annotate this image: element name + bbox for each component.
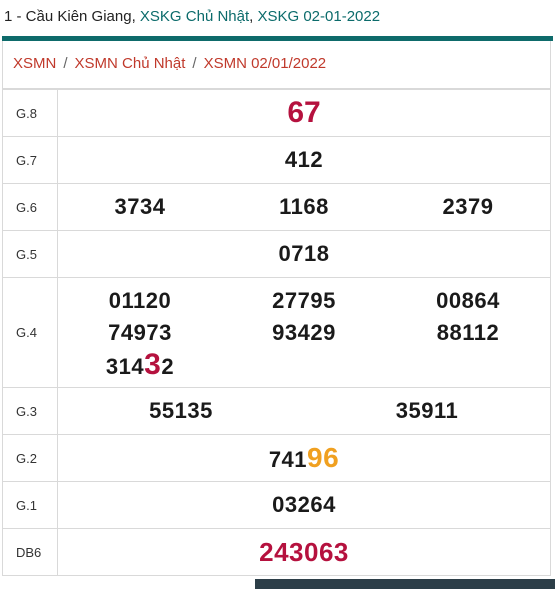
prize-number: 1168 <box>279 194 329 219</box>
results-table: G.8 67 G.7 412 G.6 3734 1168 2379 G.5 07… <box>2 89 551 576</box>
prize-values: 03264 <box>57 481 551 529</box>
prize-number: 35911 <box>395 398 459 423</box>
table-row-g5: G.5 0718 <box>2 230 551 278</box>
breadcrumb-item-day[interactable]: XSMN Chủ Nhật <box>75 55 186 72</box>
prize-number-highlighted: 74196 <box>268 442 339 473</box>
prize-number: 00864 <box>436 287 500 313</box>
prize-number: 74973 <box>108 319 172 345</box>
breadcrumb-separator: / <box>63 55 68 72</box>
prize-values: 55135 35911 <box>57 387 551 435</box>
prize-label: G.7 <box>2 136 58 184</box>
number-suffix: 2 <box>161 353 175 379</box>
prize-number: 2379 <box>442 194 494 219</box>
table-row-g3: G.3 55135 35911 <box>2 387 551 435</box>
table-row-g8: G.8 67 <box>2 89 551 137</box>
prize-values: 01120 27795 00864 74973 93429 88112 3143… <box>57 277 551 388</box>
prize-values: 243063 <box>57 528 551 576</box>
table-row-db: DB6 243063 <box>2 528 551 576</box>
prize-number: 55135 <box>149 398 213 423</box>
breadcrumb-item-xsmn[interactable]: XSMN <box>13 55 56 72</box>
prize-label: G.2 <box>2 434 58 482</box>
prize-values: 3734 1168 2379 <box>57 183 551 231</box>
prize-values: 0718 <box>57 230 551 278</box>
prize-number: 93429 <box>272 319 336 345</box>
prize-label: G.5 <box>2 230 58 278</box>
prize-number: 88112 <box>436 319 500 345</box>
title-link-date[interactable]: XSKG 02-01-2022 <box>257 8 380 25</box>
number-prefix: 741 <box>268 447 308 472</box>
breadcrumb: XSMN / XSMN Chủ Nhật / XSMN 02/01/2022 <box>2 41 551 89</box>
highlighted-digits: 96 <box>307 442 340 473</box>
prize-number: 412 <box>284 147 324 172</box>
table-row-g4: G.4 01120 27795 00864 74973 93429 88112 … <box>2 277 551 388</box>
table-row-g7: G.7 412 <box>2 136 551 184</box>
breadcrumb-separator: / <box>192 55 197 72</box>
special-prize-number: 243063 <box>259 536 349 567</box>
prize-number: 0718 <box>278 241 330 266</box>
table-row-g1: G.1 03264 <box>2 481 551 529</box>
title-prefix: 1 - Cầu Kiên Giang, <box>4 8 140 25</box>
prize-label: DB6 <box>2 528 58 576</box>
title-link-day[interactable]: XSKG Chủ Nhật <box>140 8 249 25</box>
prize-number: 27795 <box>272 287 336 313</box>
page-title: 1 - Cầu Kiên Giang, XSKG Chủ Nhật, XSKG … <box>4 6 380 28</box>
prize-label: G.4 <box>2 277 58 388</box>
prize-values: 412 <box>57 136 551 184</box>
prize-number: 67 <box>287 96 321 129</box>
prize-number-highlighted: 31432 <box>58 348 222 382</box>
prize-label: G.1 <box>2 481 58 529</box>
prize-values: 67 <box>57 89 551 137</box>
table-row-g2: G.2 74196 <box>2 434 551 482</box>
number-prefix: 314 <box>105 353 145 379</box>
prize-label: G.8 <box>2 89 58 137</box>
prize-number: 03264 <box>272 492 336 517</box>
prize-values: 74196 <box>57 434 551 482</box>
prize-number: 3734 <box>114 194 166 219</box>
breadcrumb-item-date[interactable]: XSMN 02/01/2022 <box>204 55 327 72</box>
prize-number: 01120 <box>108 287 172 313</box>
bottom-bar <box>255 579 555 589</box>
highlighted-digit: 3 <box>144 347 162 381</box>
prize-label: G.3 <box>2 387 58 435</box>
prize-label: G.6 <box>2 183 58 231</box>
table-row-g6: G.6 3734 1168 2379 <box>2 183 551 231</box>
